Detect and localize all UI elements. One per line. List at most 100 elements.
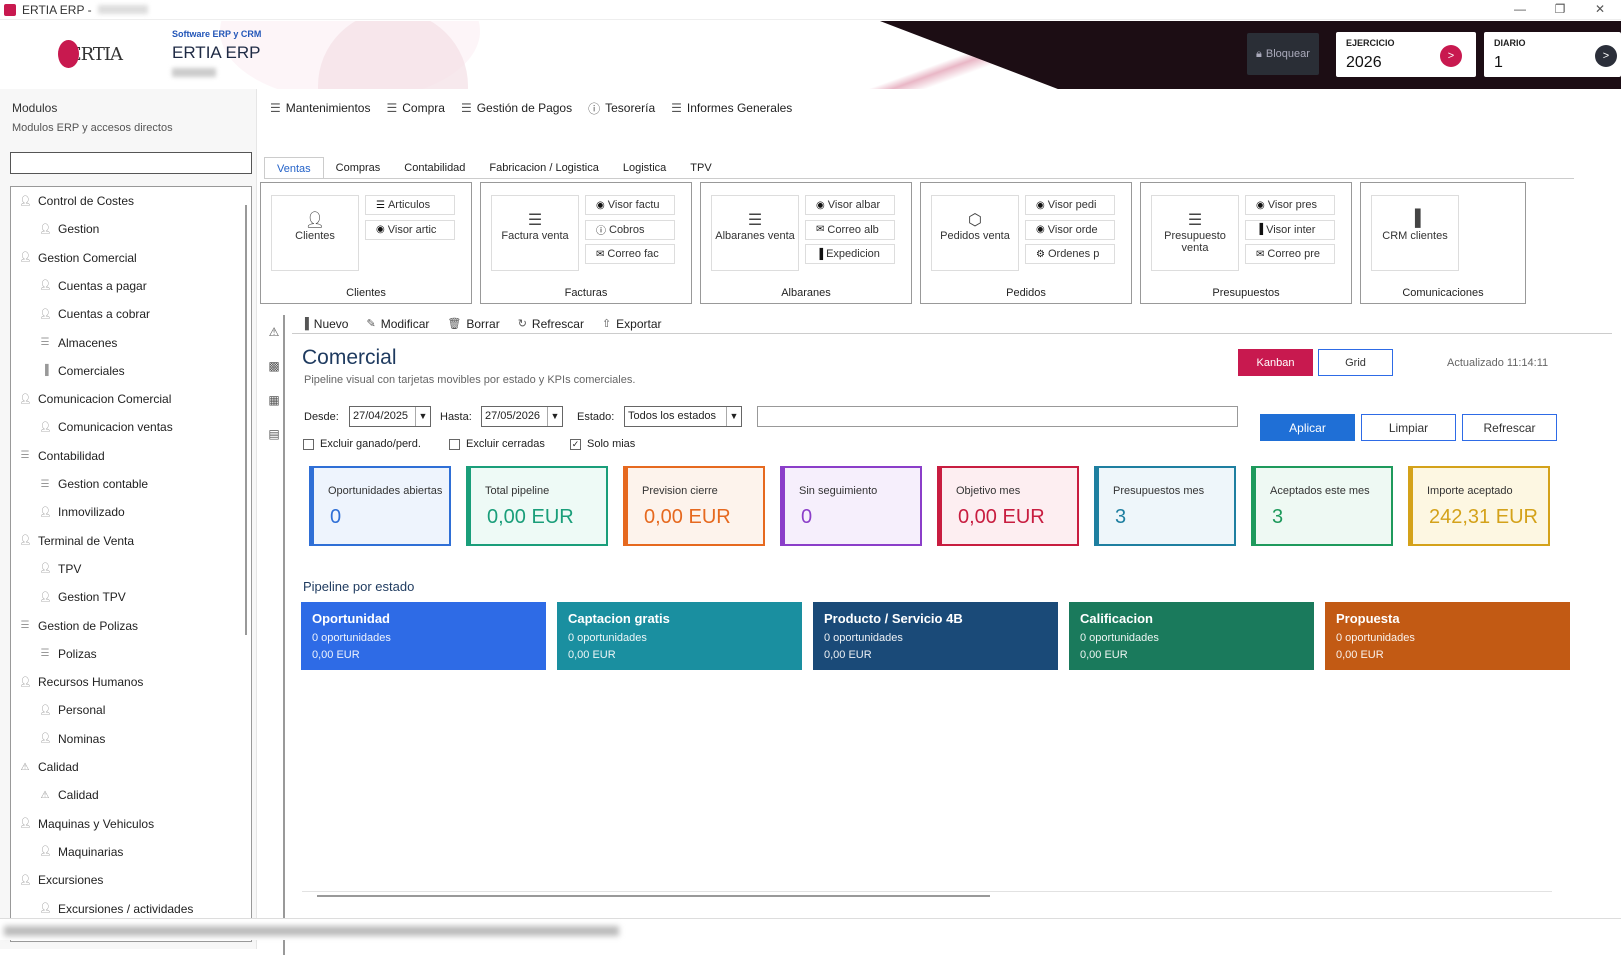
pipeline-stage-card[interactable]: Oportunidad 0 oportunidades 0,00 EUR [301, 602, 546, 670]
sidebar-item[interactable]: 👤︎ Inmovilizado [11, 498, 125, 526]
tab-item[interactable]: Fabricacion / Logistica [477, 157, 610, 179]
sidebar-item[interactable]: ☰ Polizas [11, 640, 97, 668]
apply-button[interactable]: Aplicar [1260, 414, 1355, 441]
sidebar-item-label: Gestion de Polizas [38, 618, 139, 633]
pipeline-stage-card[interactable]: Propuesta 0 oportunidades 0,00 EUR [1325, 602, 1570, 670]
tab-item[interactable]: Logistica [611, 157, 678, 179]
ribbon-small-button[interactable]: ◉ Visor orde [1025, 219, 1115, 240]
lock-button[interactable]: 🔒︎ Bloquear [1247, 33, 1319, 75]
restore-button[interactable]: ❐ [1540, 0, 1580, 20]
ribbon-small-button[interactable]: ⓘ Cobros [585, 219, 675, 240]
filter-search-input[interactable] [757, 406, 1238, 427]
menu-item[interactable]: ☰ Informes Generales [671, 101, 792, 115]
sidebar-item[interactable]: ☰ Gestion de Polizas [11, 612, 139, 640]
sidebar-item[interactable]: ⚠ Calidad [11, 781, 99, 809]
minimize-button[interactable]: — [1500, 0, 1540, 20]
ribbon-big-button[interactable]: ☰ Presupuesto venta [1151, 195, 1239, 271]
sidebar-item[interactable]: 👤︎ Comunicacion Comercial [11, 385, 171, 413]
ribbon-big-button[interactable]: ⬡ Pedidos venta [931, 195, 1019, 271]
sidebar-item[interactable]: 👤︎ Gestion TPV [11, 583, 126, 611]
action-button[interactable]: 🗑︎ Borrar [447, 317, 499, 331]
desde-date-picker[interactable]: 27/04/2025 ▼ [349, 406, 431, 427]
ribbon-small-button[interactable]: ⚙ Ordenes p [1025, 244, 1115, 264]
ribbon-small-button[interactable]: ◉ Visor artic [365, 219, 455, 240]
sidebar-item[interactable]: ▐ Comerciales [11, 357, 124, 385]
tab-item[interactable]: Ventas [264, 157, 324, 179]
sidebar-item[interactable]: 👤︎ Control de Costes [11, 187, 134, 215]
ribbon-small-button[interactable]: ◉ Visor albar [805, 195, 895, 215]
clear-button[interactable]: Limpiar [1361, 414, 1456, 441]
sidebar-search-input[interactable] [10, 152, 252, 174]
ribbon-big-button[interactable]: ▐ CRM clientes [1371, 195, 1459, 271]
sidebar-item[interactable]: ☰ Gestion contable [11, 470, 149, 498]
warning-icon[interactable]: ⚠ [266, 325, 282, 341]
ribbon-big-button[interactable]: ☰ Factura venta [491, 195, 579, 271]
horizontal-scrollbar[interactable] [317, 895, 990, 897]
sidebar-item[interactable]: 👤︎ Gestion Comercial [11, 244, 137, 272]
action-button[interactable]: ↻ Refrescar [518, 317, 584, 331]
excluir-cerradas-checkbox[interactable]: Excluir cerradas [449, 438, 545, 450]
ribbon-big-button[interactable]: ☰ Albaranes venta [711, 195, 799, 271]
sidebar-item[interactable]: 👤︎ Gestion [11, 215, 99, 243]
sidebar-item[interactable]: 👤︎ Recursos Humanos [11, 668, 143, 696]
kanban-view-button[interactable]: Kanban [1238, 349, 1313, 376]
tab-item[interactable]: Compras [324, 157, 393, 179]
action-button[interactable]: ✎ Modificar [366, 317, 429, 331]
solo-mias-checkbox[interactable]: ✓ Solo mias [570, 438, 635, 450]
grid-icon[interactable]: ▦ [266, 393, 282, 409]
close-button[interactable]: ✕ [1580, 0, 1620, 20]
chart-icon[interactable]: ▩ [266, 359, 282, 375]
sidebar-item[interactable]: 👤︎ Cuentas a pagar [11, 272, 147, 300]
ribbon-small-button[interactable]: ▐ Visor inter [1245, 219, 1335, 240]
ribbon-big-button[interactable]: 👤︎ Clientes [271, 195, 359, 271]
chart-icon: ▐ [1256, 224, 1264, 235]
estado-select[interactable]: Todos los estados ▼ [624, 406, 742, 427]
tab-item[interactable]: Contabilidad [392, 157, 477, 179]
refresh-filter-button[interactable]: Refrescar [1462, 414, 1557, 441]
checkbox-box[interactable] [303, 438, 314, 450]
ribbon-small-button[interactable]: ✉ Correo fac [585, 244, 675, 264]
document-icon[interactable]: ▤ [266, 427, 282, 443]
action-button[interactable]: ⇧ Exportar [602, 317, 662, 331]
sidebar-item[interactable]: 👤︎ Personal [11, 696, 105, 724]
tree-scrollbar[interactable] [245, 205, 247, 635]
sidebar-item[interactable]: 👤︎ Excursiones [11, 866, 103, 894]
checkbox-box[interactable] [449, 438, 460, 450]
sidebar-item[interactable]: 👤︎ TPV [11, 555, 81, 583]
tab-item[interactable]: TPV [678, 157, 723, 179]
excluir-ganado-checkbox[interactable]: Excluir ganado/perd. [303, 438, 421, 450]
kpi-card: Presupuestos mes 3 [1094, 466, 1236, 546]
menu-item[interactable]: ☰ Gestión de Pagos [461, 101, 572, 115]
ribbon-small-button[interactable]: ◉ Visor pres [1245, 195, 1335, 215]
pipeline-stage-card[interactable]: Producto / Servicio 4B 0 oportunidades 0,0… [813, 602, 1058, 670]
ribbon-small-button[interactable]: ◉ Visor factu [585, 195, 675, 215]
ribbon-small-button[interactable]: ▐ Expedicion [805, 244, 895, 264]
sidebar-item[interactable]: 👤︎ Nominas [11, 725, 105, 753]
ejercicio-value: 2026 [1346, 54, 1382, 71]
action-button[interactable]: ▐ Nuevo [301, 317, 348, 331]
pipeline-stage-card[interactable]: Calificacion 0 oportunidades 0,00 EUR [1069, 602, 1314, 670]
sidebar-item[interactable]: ☰ Contabilidad [11, 442, 105, 470]
menu-item[interactable]: ⓘ Tesorería [588, 100, 655, 117]
sidebar-item[interactable]: 👤︎ Maquinarias [11, 838, 123, 866]
ribbon-small-button[interactable]: ✉ Correo alb [805, 219, 895, 240]
checkbox-box[interactable]: ✓ [570, 438, 581, 450]
sidebar-item[interactable]: ☰ Almacenes [11, 329, 118, 357]
sidebar-item[interactable]: 👤︎ Comunicacion ventas [11, 413, 173, 441]
sidebar-item[interactable]: 👤︎ Maquinas y Vehiculos [11, 810, 154, 838]
sidebar-item[interactable]: 👤︎ Terminal de Venta [11, 527, 134, 555]
hasta-date-picker[interactable]: 27/05/2026 ▼ [481, 406, 563, 427]
ribbon-small-button[interactable]: ✉ Correo pre [1245, 244, 1335, 264]
menu-item[interactable]: ☰ Compra [386, 101, 444, 115]
chart-icon: ▐ [1409, 210, 1421, 227]
diario-go-button[interactable]: > [1595, 45, 1617, 67]
menu-item[interactable]: ☰ Mantenimientos [270, 101, 370, 115]
ribbon-small-button[interactable]: ☰ Articulos [365, 195, 455, 215]
sidebar-item[interactable]: 👤︎ Cuentas a cobrar [11, 300, 150, 328]
grid-view-button[interactable]: Grid [1318, 349, 1393, 376]
ribbon-small-button[interactable]: ◉ Visor pedi [1025, 195, 1115, 215]
ejercicio-go-button[interactable]: > [1440, 45, 1462, 67]
window-titlebar: ERTIA ERP - — ❐ ✕ [0, 0, 1621, 20]
sidebar-item[interactable]: ⚠ Calidad [11, 753, 79, 781]
pipeline-stage-card[interactable]: Captacion gratis 0 oportunidades 0,00 EUR [557, 602, 802, 670]
